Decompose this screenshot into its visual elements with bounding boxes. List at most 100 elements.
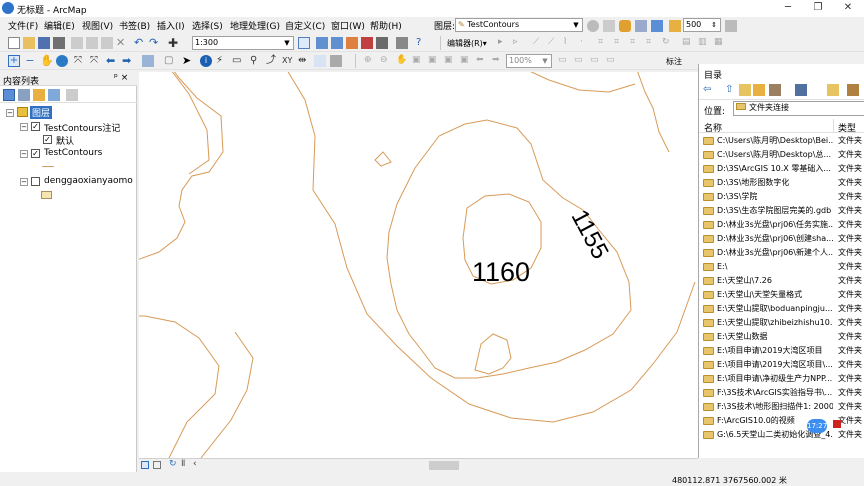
cut-icon[interactable] [71,37,83,49]
list-item[interactable]: C:\Users\陈月明\Desktop\总... 文件夹 [699,148,864,162]
number-input[interactable]: 500 ⇕ [683,18,721,32]
horizontal-scroll-thumb[interactable] [429,461,459,470]
save-icon[interactable] [38,37,50,49]
sublayer-checkbox[interactable]: ✓ [43,135,52,144]
edit-tool-icon[interactable]: ▸ [498,37,510,49]
tool-icon[interactable] [635,20,647,32]
toc-window-icon[interactable] [316,37,328,49]
list-item[interactable]: E:\天堂山提取\zhibeizhishu10... 文件夹 [699,316,864,330]
tool-icon[interactable] [725,20,737,32]
undo-icon[interactable]: ↶ [134,37,146,49]
new-folder-icon[interactable] [827,84,839,96]
go-to-xy-icon[interactable]: XY [282,55,294,67]
toggle-tree-icon[interactable] [769,84,781,96]
layer-checkbox[interactable]: ✓ [31,149,40,158]
layout-view-icon[interactable] [153,461,161,469]
trace-icon[interactable]: ⌇ [563,37,575,49]
add-data-icon[interactable]: ✚ [168,37,180,49]
layer-checkbox[interactable] [31,177,40,186]
list-item[interactable]: D:\林业3s光盘\prj06\任务实施... 文件夹 [699,218,864,232]
list-item[interactable]: E:\天堂山数据 文件夹 [699,330,864,344]
layout-tool-icon[interactable]: ▭ [574,55,586,67]
layout-tool-icon[interactable]: ▭ [558,55,570,67]
column-name[interactable]: 名称 [704,121,722,134]
menu-bookmarks[interactable]: 书签(B) [119,19,150,32]
polygon-symbol[interactable] [41,191,52,199]
menu-geoprocessing[interactable]: 地理处理(G) [230,19,280,32]
map-view[interactable]: 1160 1155 [139,72,698,458]
views-icon[interactable] [795,84,807,96]
list-item[interactable]: D:\3S\地形图数字化 文件夹 [699,176,864,190]
redo-icon[interactable]: ↷ [149,37,161,49]
arctoolbox-icon[interactable] [361,37,373,49]
root-layer-label[interactable]: 图层 [30,106,53,119]
list-item[interactable]: D:\林业3s光盘\prj06\创建sha... 文件夹 [699,232,864,246]
tool-icon[interactable] [651,20,663,32]
connect-folder-icon[interactable] [739,84,751,96]
end-point-icon[interactable]: ⟋ [548,37,560,49]
collapse-icon[interactable]: − [20,123,28,131]
editor-toolbar-icon[interactable] [298,37,310,49]
close-button[interactable]: ✕ [834,0,862,17]
layer-checkbox[interactable]: ✓ [31,122,40,131]
home-icon[interactable] [753,84,765,96]
find-icon[interactable]: ⚲ [250,55,262,67]
cut-polygon-icon[interactable]: ⌗ [630,37,642,49]
list-by-selection-icon[interactable] [48,89,60,101]
list-item[interactable]: E:\天堂山提取\boduanpingju... 文件夹 [699,302,864,316]
zoom-combo[interactable]: 100% ▼ [506,54,552,68]
layout-tool-icon[interactable]: ▣ [428,55,440,67]
sketch-properties-icon[interactable]: ▥ [698,37,710,49]
route-icon[interactable]: ⤴ [266,55,278,67]
maximize-button[interactable]: ❐ [804,0,832,17]
zoom-out-icon[interactable]: − [24,55,36,67]
zoom-in-icon[interactable]: + [8,55,20,67]
label-toolbar[interactable]: 标注 [666,56,682,67]
fixed-zoom-out-icon[interactable]: ⤧ [90,55,102,67]
layer-name[interactable]: TestContours [44,148,102,158]
select-elements-icon[interactable]: ➤ [182,55,194,67]
open-icon[interactable] [23,37,35,49]
measure-icon[interactable]: ⇹ [298,55,310,67]
list-item[interactable]: E:\天堂山\天堂矢量格式 文件夹 [699,288,864,302]
options-icon[interactable] [847,84,859,96]
fixed-zoom-in-icon[interactable]: ⤧ [74,55,86,67]
layout-tool-icon[interactable]: ▣ [444,55,456,67]
location-combo[interactable]: 文件夹连接 [733,101,864,116]
new-document-icon[interactable] [8,37,20,49]
split-icon[interactable]: ⌗ [646,37,658,49]
editor-menu[interactable]: 编辑器(R)▾ [447,38,487,49]
collapse-icon[interactable]: − [20,178,28,186]
select-features-icon[interactable] [142,55,154,67]
minimize-button[interactable]: ─ [774,0,802,17]
data-view-icon[interactable] [141,461,149,469]
tool-icon[interactable] [603,20,615,32]
scroll-left-icon[interactable]: ‹ [193,459,205,471]
line-symbol[interactable] [42,166,54,167]
record-icon[interactable] [833,420,841,428]
python-icon[interactable] [376,37,388,49]
list-item[interactable]: E:\ 文件夹 [699,260,864,274]
full-extent-icon[interactable] [56,55,68,67]
list-by-visibility-icon[interactable] [33,89,45,101]
list-item[interactable]: F:\3S技术\地形图扫描件1: 2000 文件夹 [699,400,864,414]
collapse-icon[interactable]: − [6,109,14,117]
search-window-icon[interactable] [346,37,358,49]
list-by-source-icon[interactable] [18,89,30,101]
edit-tool-icon[interactable]: ▹ [513,37,525,49]
refresh-icon[interactable]: ↻ [169,459,181,471]
list-item[interactable]: E:\天堂山\7.26 文件夹 [699,274,864,288]
print-icon[interactable] [53,37,65,49]
model-builder-icon[interactable] [396,37,408,49]
identify-icon[interactable]: i [200,55,212,67]
list-item[interactable]: E:\项目申请\2019大湾区项目\... 文件夹 [699,358,864,372]
catalog-window-icon[interactable] [331,37,343,49]
options-icon[interactable] [66,89,78,101]
column-type[interactable]: 类型 [838,121,856,134]
scale-combo[interactable]: 1:300 ▼ [192,36,294,50]
layout-tool-icon[interactable]: ✋ [396,55,408,67]
layout-tool-icon[interactable]: ▣ [412,55,424,67]
point-icon[interactable]: · [580,37,592,49]
list-by-drawing-order-icon[interactable] [3,89,15,101]
toc-pin-close[interactable]: ᵖ × [114,73,128,83]
